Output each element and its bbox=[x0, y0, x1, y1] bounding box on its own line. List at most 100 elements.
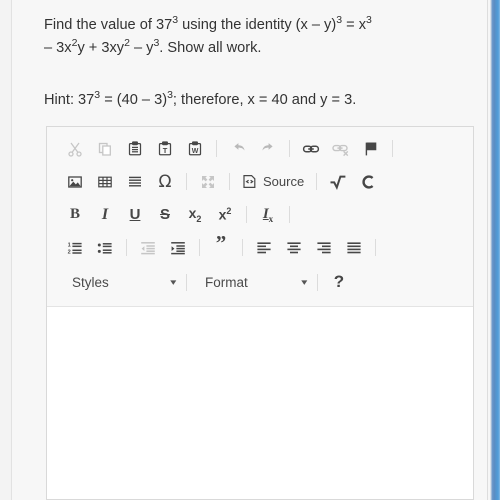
align-center-icon[interactable] bbox=[279, 235, 309, 261]
remove-format-affix: x bbox=[268, 213, 274, 224]
unlink-icon[interactable] bbox=[326, 136, 356, 162]
blockquote-icon[interactable]: ” bbox=[206, 231, 236, 261]
styles-label: Styles bbox=[72, 274, 109, 290]
svg-text:1: 1 bbox=[68, 242, 71, 248]
paste-as-plain-text-icon[interactable]: T bbox=[150, 136, 180, 162]
editor-content-area[interactable] bbox=[47, 307, 473, 471]
hint-c: ; therefore, x = 40 and y = 3. bbox=[172, 92, 357, 108]
decrease-indent-icon[interactable] bbox=[133, 235, 163, 261]
italic-icon[interactable]: I bbox=[90, 202, 120, 228]
toolbar-row-styles: Styles ▾ Format ▾ ? bbox=[51, 264, 469, 300]
special-character-icon[interactable]: Ω bbox=[150, 169, 180, 195]
format-label: Format bbox=[205, 274, 248, 290]
omega-glyph: Ω bbox=[158, 171, 172, 192]
align-left-icon[interactable] bbox=[249, 235, 279, 261]
bold-glyph: B bbox=[69, 206, 80, 222]
toolbar-separator bbox=[392, 140, 393, 157]
toolbar-separator bbox=[216, 140, 217, 157]
question-text: Find the value of 37 3 using the identity… bbox=[44, 14, 464, 60]
superscript-icon[interactable]: x2 bbox=[210, 202, 240, 228]
remove-format-glyph: Ix bbox=[263, 206, 273, 224]
toolbar-row-paragraph: 1 2 ” bbox=[51, 231, 469, 264]
question-line-1: Find the value of 37 3 using the identity… bbox=[44, 14, 464, 37]
maximize-icon[interactable] bbox=[193, 169, 223, 195]
toolbar-separator bbox=[375, 239, 376, 256]
hint-text: Hint: 373 = (40 – 3)3; therefore, x = 40… bbox=[44, 89, 464, 112]
help-glyph: ? bbox=[333, 272, 345, 291]
underline-icon[interactable]: U bbox=[120, 202, 150, 228]
page-scrollbar-stripe[interactable] bbox=[488, 0, 500, 500]
redo-icon[interactable] bbox=[253, 136, 283, 162]
toolbar-separator bbox=[186, 173, 187, 190]
chemistry-icon[interactable] bbox=[353, 169, 383, 195]
question-line2-a: – 3x bbox=[44, 40, 72, 56]
toolbar-row-clipboard: T W bbox=[51, 132, 469, 165]
page-left-gutter bbox=[0, 0, 10, 500]
editor-toolbar: T W Ω Source B I U S x2 x2 Ix 1 2 ” Styl… bbox=[47, 127, 473, 307]
align-right-icon[interactable] bbox=[309, 235, 339, 261]
toolbar-separator bbox=[186, 273, 187, 291]
rich-text-editor: T W Ω Source B I U S x2 x2 Ix 1 2 ” Styl… bbox=[46, 126, 474, 500]
chevron-down-icon: ▾ bbox=[301, 276, 308, 287]
question-line1-mid: using the identity (x – y) bbox=[178, 17, 337, 33]
increase-indent-icon[interactable] bbox=[163, 235, 193, 261]
remove-format-icon[interactable]: Ix bbox=[253, 202, 283, 228]
paste-icon[interactable] bbox=[120, 136, 150, 162]
question-line-2: – 3x2y + 3xy2 – y3. Show all work. bbox=[44, 37, 464, 60]
source-button[interactable]: Source bbox=[236, 169, 310, 195]
justify-icon[interactable] bbox=[339, 235, 369, 261]
toolbar-separator bbox=[126, 239, 127, 256]
table-icon[interactable] bbox=[90, 169, 120, 195]
undo-icon[interactable] bbox=[223, 136, 253, 162]
italic-glyph: I bbox=[101, 205, 109, 223]
question-line2-b: y + 3xy bbox=[77, 40, 125, 56]
horizontal-rule-icon[interactable] bbox=[120, 169, 150, 195]
hint-a: Hint: 37 bbox=[44, 92, 95, 108]
toolbar-separator bbox=[317, 273, 318, 291]
page-root: Find the value of 37 3 using the identity… bbox=[0, 0, 500, 500]
subscript-glyph: x2 bbox=[189, 205, 202, 224]
underline-glyph: U bbox=[129, 206, 141, 223]
link-icon[interactable] bbox=[296, 136, 326, 162]
toolbar-separator bbox=[242, 239, 243, 256]
question-line1-sup3: 3 bbox=[366, 14, 372, 27]
subscript-icon[interactable]: x2 bbox=[180, 202, 210, 228]
svg-text:T: T bbox=[163, 146, 168, 155]
question-line1-eq: = x bbox=[342, 17, 366, 33]
image-icon[interactable] bbox=[60, 169, 90, 195]
strikethrough-icon[interactable]: S bbox=[150, 202, 180, 228]
chevron-down-icon: ▾ bbox=[170, 276, 177, 287]
question-line1-pre: Find the value of 37 bbox=[44, 17, 173, 33]
svg-text:W: W bbox=[192, 148, 199, 155]
subscript-affix: 2 bbox=[196, 213, 202, 224]
source-label: Source bbox=[263, 174, 305, 189]
toolbar-row-insert: Ω Source bbox=[51, 165, 469, 198]
paste-from-word-icon[interactable]: W bbox=[180, 136, 210, 162]
toolbar-separator bbox=[316, 173, 318, 190]
toolbar-row-basic-styles: B I U S x2 x2 Ix bbox=[51, 198, 469, 231]
toolbar-separator bbox=[246, 206, 247, 223]
bold-icon[interactable]: B bbox=[60, 202, 90, 228]
anchor-flag-icon[interactable] bbox=[356, 136, 386, 162]
toolbar-separator bbox=[229, 173, 230, 190]
toolbar-separator bbox=[289, 206, 290, 223]
strikethrough-glyph: S bbox=[159, 206, 170, 223]
question-line2-d: . Show all work. bbox=[159, 40, 262, 56]
superscript-glyph: x2 bbox=[219, 206, 232, 223]
toolbar-separator bbox=[199, 239, 200, 256]
styles-dropdown[interactable]: Styles ▾ bbox=[60, 269, 180, 295]
question-line2-c: – y bbox=[129, 40, 154, 56]
copy-icon[interactable] bbox=[90, 136, 120, 162]
math-sqrt-icon[interactable] bbox=[323, 169, 353, 195]
format-dropdown[interactable]: Format ▾ bbox=[193, 269, 311, 295]
bulleted-list-icon[interactable] bbox=[90, 235, 120, 261]
superscript-affix: 2 bbox=[226, 206, 232, 217]
blockquote-glyph: ” bbox=[215, 231, 227, 255]
svg-text:2: 2 bbox=[68, 249, 71, 255]
cut-icon[interactable] bbox=[60, 136, 90, 162]
toolbar-separator bbox=[289, 140, 290, 157]
content-card: Find the value of 37 3 using the identity… bbox=[11, 0, 488, 500]
hint-b: = (40 – 3) bbox=[100, 92, 168, 108]
help-icon[interactable]: ? bbox=[324, 269, 354, 295]
numbered-list-icon[interactable]: 1 2 bbox=[60, 235, 90, 261]
